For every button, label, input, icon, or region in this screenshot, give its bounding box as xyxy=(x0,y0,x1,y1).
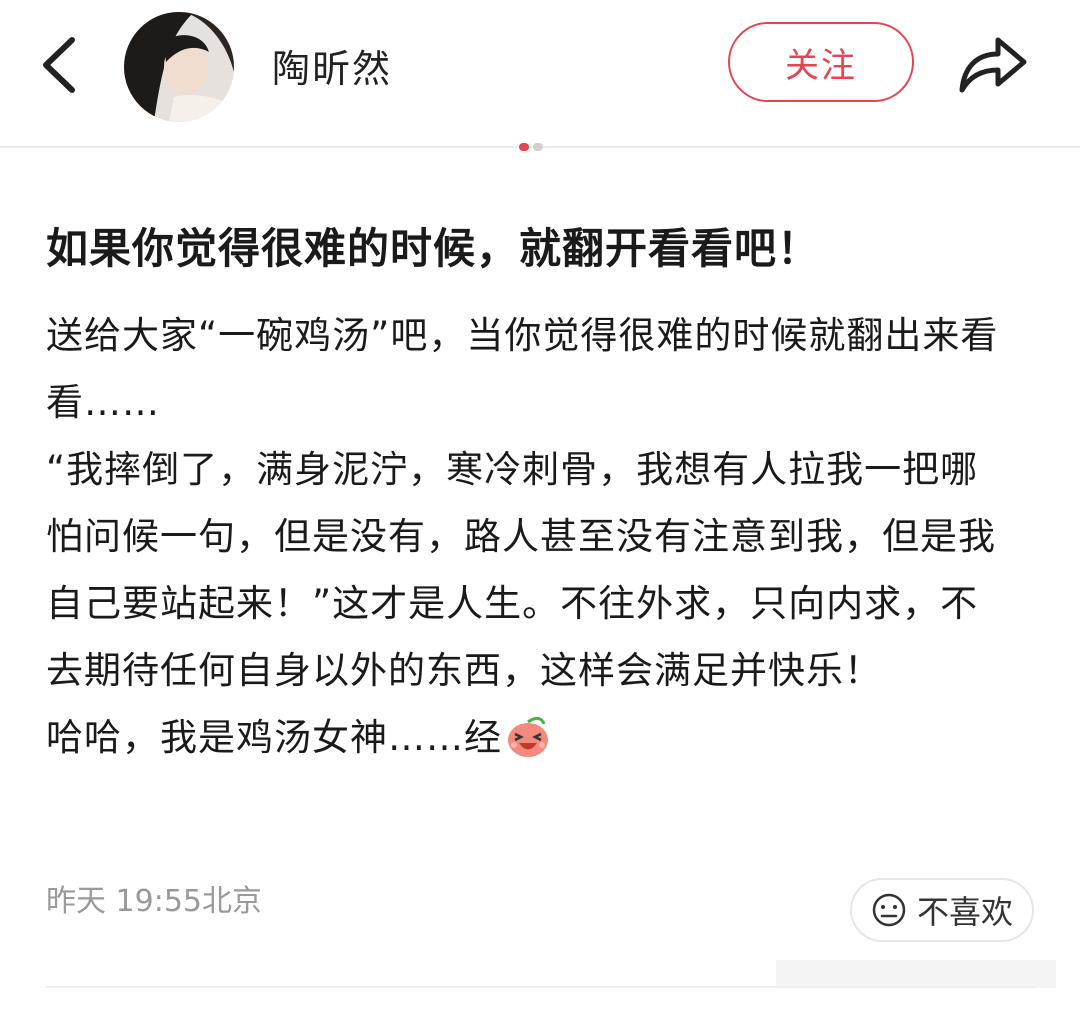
follow-button[interactable]: 关注 xyxy=(728,22,914,102)
post-paragraph-3: 哈哈，我是鸡汤女神……经 xyxy=(46,704,1016,771)
post-paragraph-2: “我摔倒了，满身泥泞，寒冷刺骨，我想有人拉我一把哪怕问候一句，但是没有，路人甚至… xyxy=(46,448,996,692)
share-button[interactable] xyxy=(956,32,1028,96)
page-dot xyxy=(533,143,543,151)
post-paragraph-3-text: 哈哈，我是鸡汤女神……经 xyxy=(46,716,502,759)
share-arrow-icon xyxy=(959,37,1027,93)
dislike-label: 不喜欢 xyxy=(916,893,1013,931)
post-paragraph-1: 送给大家“一碗鸡汤”吧，当你觉得很难的时候就翻出来看看…… xyxy=(46,314,999,424)
page-dot-active xyxy=(519,143,529,151)
post-title: 如果你觉得很难的时候，就翻开看看吧！ xyxy=(46,224,821,273)
post-timestamp: 昨天 19:55北京 xyxy=(46,884,262,919)
avatar[interactable] xyxy=(124,12,234,122)
back-button[interactable] xyxy=(34,30,90,100)
author-avatar-image xyxy=(124,12,234,122)
chevron-left-icon xyxy=(43,37,75,93)
author-name[interactable]: 陶昕然 xyxy=(272,38,392,93)
dislike-button[interactable]: 不喜欢 xyxy=(850,878,1034,942)
neutral-face-icon xyxy=(872,893,906,927)
laughing-face-emoji xyxy=(508,716,548,757)
post-body: 送给大家“一碗鸡汤”吧，当你觉得很难的时候就翻出来看看…… “我摔倒了，满身泥泞… xyxy=(46,302,1016,771)
bottom-toolbar-fragment xyxy=(776,960,1056,988)
page-indicator xyxy=(519,143,543,151)
top-bar: 陶昕然 关注 xyxy=(0,0,1080,148)
divider xyxy=(46,986,1036,988)
